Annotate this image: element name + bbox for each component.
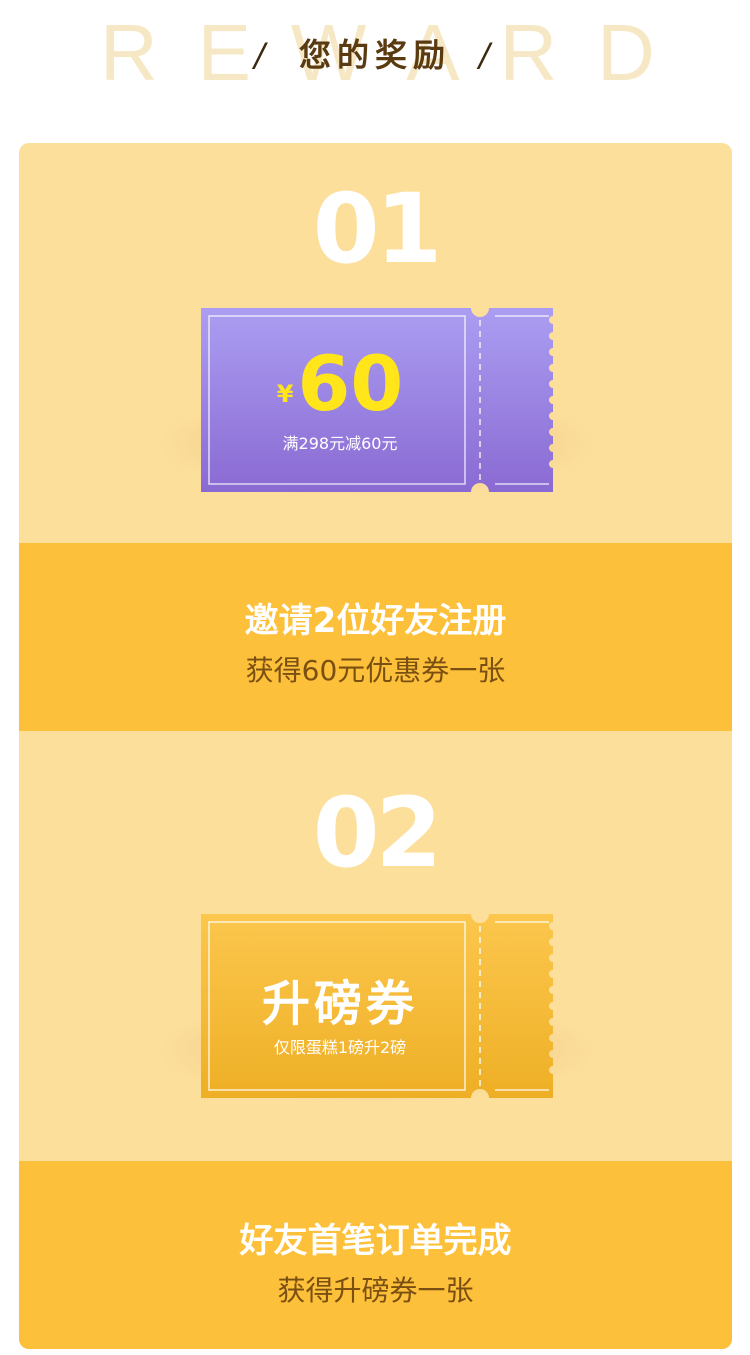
coupon-condition: 仅限蛋糕1磅升2磅 [273,1038,407,1057]
reward-header: R E W A R D / 您的奖励 / [0,0,750,110]
page-title-text: 您的奖励 [298,36,451,74]
currency-symbol: ¥ [276,380,294,408]
coupon-text: 升磅券 仅限蛋糕1磅升2磅 [201,914,479,1098]
coupon-60[interactable]: ¥60 满298元减60元 [156,308,598,498]
coupon-name: 升磅券 [261,976,418,1032]
reward-number: 02 [312,777,443,889]
page-title: / 您的奖励 / [0,30,750,76]
rewards-card: 01 ¥60 满298元减60元 邀请2位好友注册 获得60元优惠券一张 02 … [19,143,732,1349]
coupon-price: ¥60 [201,344,479,424]
title-slash-left: / [254,36,271,74]
coupon-text: ¥60 满298元减60元 [201,308,479,492]
reward-band: 邀请2位好友注册 获得60元优惠券一张 [19,543,732,731]
reward-band-subtitle: 获得升磅券一张 [277,1274,474,1307]
title-slash-right: / [479,36,496,74]
reward-band-title: 邀请2位好友注册 [244,601,507,641]
reward-number: 01 [312,173,443,285]
reward-band-title: 好友首笔订单完成 [239,1221,512,1261]
coupon-upgrade[interactable]: 升磅券 仅限蛋糕1磅升2磅 [156,914,598,1104]
reward-band: 好友首笔订单完成 获得升磅券一张 [19,1161,732,1349]
coupon-amount: 60 [297,339,404,428]
reward-band-subtitle: 获得60元优惠券一张 [245,654,506,687]
coupon-condition: 满298元减60元 [282,434,398,453]
